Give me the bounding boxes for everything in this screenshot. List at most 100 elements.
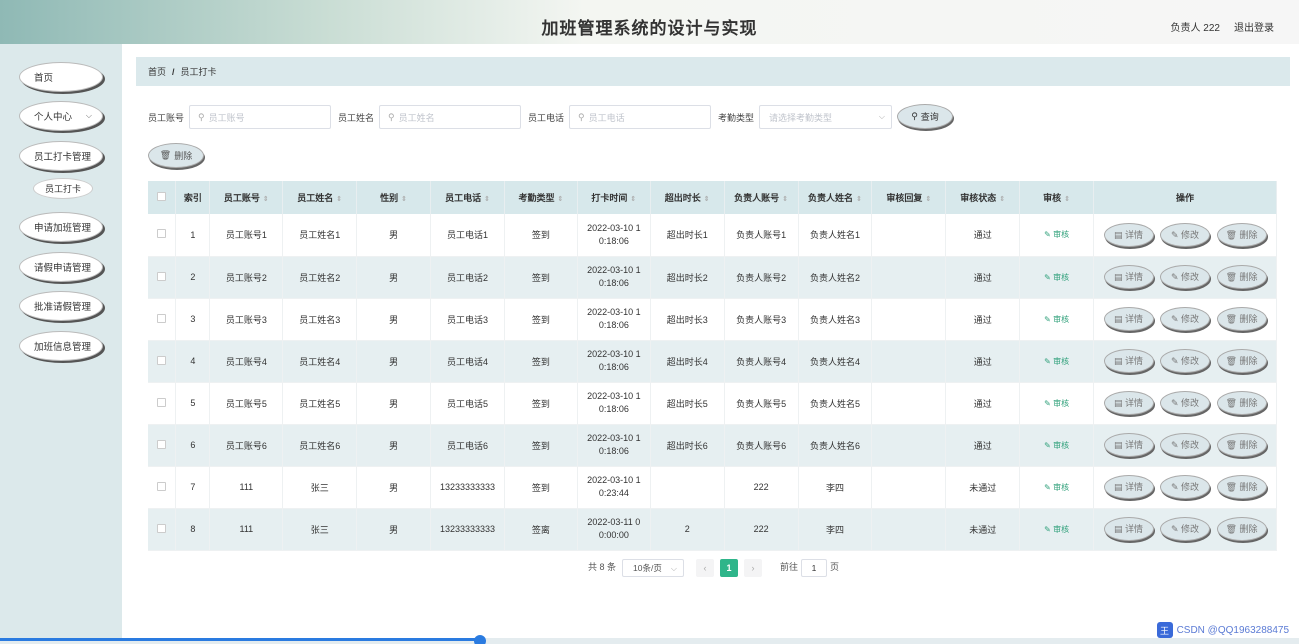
edit-button[interactable]: ✎ 修改 [1160,222,1211,247]
edit-button[interactable]: ✎ 修改 [1160,349,1211,373]
sort-icon[interactable]: ⇕ [1064,196,1070,203]
delete-button[interactable]: 🗑 删除 [1216,222,1267,247]
row-select-cell[interactable] [148,508,177,551]
row-checkbox[interactable] [157,481,167,491]
breadcrumb-home[interactable]: 首页 [148,65,166,78]
delete-button[interactable]: 🗑 删除 [1216,391,1267,415]
row-select-cell[interactable] [148,214,177,257]
name-search-input[interactable]: ⚲ 员工姓名 [379,105,521,129]
column-header[interactable]: 员工电话 ⇕ [430,181,505,214]
delete-button[interactable]: 🗑 删除 [1216,517,1267,541]
row-checkbox[interactable] [157,313,167,323]
next-page-button[interactable]: › [744,559,762,577]
detail-button[interactable]: ▤ 详情 [1103,265,1154,289]
column-header[interactable]: 负责人账号 ⇕ [724,181,799,214]
audit-link[interactable]: ✎ 审核 [1044,525,1069,534]
row-select-cell[interactable] [148,256,177,299]
sort-icon[interactable]: ⇕ [782,196,788,203]
edit-button[interactable]: ✎ 修改 [1160,475,1211,499]
sort-icon[interactable]: ⇕ [704,196,710,203]
sidebar-item-leave-apply[interactable]: 请假申请管理 [19,252,103,282]
edit-button[interactable]: ✎ 修改 [1160,307,1211,331]
delete-button[interactable]: 🗑 删除 [1216,433,1267,457]
prev-page-button[interactable]: ‹ [696,559,714,577]
column-header[interactable]: 超出时长 ⇕ [650,181,725,214]
audit-link[interactable]: ✎ 审核 [1044,441,1069,450]
sidebar-subitem-clock-in[interactable]: 员工打卡 [33,178,93,199]
sidebar-item-profile[interactable]: 个人中心 ⌵ [19,101,103,131]
sidebar-item-leave-approve[interactable]: 批准请假管理 [19,291,103,321]
column-header[interactable]: 性别 ⇕ [356,181,432,214]
progress-handle[interactable] [474,635,486,644]
detail-button[interactable]: ▤ 详情 [1103,349,1154,373]
row-checkbox[interactable] [157,397,167,407]
audit-link[interactable]: ✎ 审核 [1044,315,1069,324]
goto-page-input[interactable]: 1 [801,559,827,577]
audit-link[interactable]: ✎ 审核 [1044,483,1069,492]
page-number-button[interactable]: 1 [720,559,738,577]
delete-button[interactable]: 🗑 删除 [1216,475,1267,499]
column-header[interactable]: 打卡时间 ⇕ [577,181,651,214]
row-select-cell[interactable] [148,382,177,425]
detail-button[interactable]: ▤ 详情 [1103,222,1154,247]
detail-button[interactable]: ▤ 详情 [1103,433,1154,457]
row-checkbox[interactable] [157,355,167,365]
batch-delete-button[interactable]: 🗑 删除 [148,143,204,168]
sort-icon[interactable]: ⇕ [856,196,862,203]
sort-icon[interactable]: ⇕ [925,196,931,203]
page-size-select[interactable]: 10条/页 ⌵ [622,559,684,577]
sort-icon[interactable]: ⇕ [484,196,490,203]
row-checkbox[interactable] [157,439,167,449]
edit-button[interactable]: ✎ 修改 [1160,517,1211,541]
row-checkbox[interactable] [157,229,167,239]
sidebar-item-overtime-apply[interactable]: 申请加班管理 [19,212,103,242]
phone-search-input[interactable]: ⚲ 员工电话 [569,105,711,129]
delete-button[interactable]: 🗑 删除 [1216,349,1267,373]
sidebar-item-home[interactable]: 首页 [19,62,103,92]
row-select-cell[interactable] [148,298,177,341]
select-all-cell[interactable] [148,181,177,214]
column-header[interactable]: 审核 ⇕ [1019,181,1095,214]
column-header[interactable]: 考勤类型 ⇕ [504,181,578,214]
sort-icon[interactable]: ⇕ [999,196,1005,203]
edit-button[interactable]: ✎ 修改 [1160,391,1211,415]
column-header[interactable]: 员工账号 ⇕ [209,181,284,214]
row-checkbox[interactable] [157,523,167,533]
attendance-type-select[interactable]: 请选择考勤类型 ⌵ [759,105,892,129]
cell-clock-time: 2022-03-10 1 0:18:06 [577,340,651,383]
column-header[interactable]: 审核状态 ⇕ [945,181,1021,214]
progress-bar[interactable] [0,635,1299,644]
audit-link[interactable]: ✎ 审核 [1044,273,1069,282]
detail-button[interactable]: ▤ 详情 [1103,475,1154,499]
cell-name: 员工姓名4 [282,340,358,383]
sort-icon[interactable]: ⇕ [263,196,269,203]
detail-button[interactable]: ▤ 详情 [1103,391,1154,415]
select-all-checkbox[interactable] [157,192,167,201]
audit-link[interactable]: ✎ 审核 [1044,399,1069,408]
detail-button[interactable]: ▤ 详情 [1103,517,1154,541]
account-search-input[interactable]: ⚲ 员工账号 [189,105,331,129]
delete-button[interactable]: 🗑 删除 [1216,307,1267,331]
sidebar-item-clock-management[interactable]: 员工打卡管理 [19,141,103,171]
sort-icon[interactable]: ⇕ [630,196,636,203]
logout-link[interactable]: 退出登录 [1234,19,1274,34]
sort-icon[interactable]: ⇕ [336,196,342,203]
audit-link[interactable]: ✎ 审核 [1044,230,1069,239]
edit-button[interactable]: ✎ 修改 [1160,265,1211,289]
row-select-cell[interactable] [148,340,177,383]
column-header[interactable]: 审核回复 ⇕ [871,181,947,214]
column-header[interactable]: 员工姓名 ⇕ [282,181,358,214]
cell-attendance-type: 签到 [504,424,578,467]
detail-button[interactable]: ▤ 详情 [1103,307,1154,331]
sort-icon[interactable]: ⇕ [558,196,564,203]
row-checkbox[interactable] [157,271,167,281]
sort-icon[interactable]: ⇕ [401,196,407,203]
audit-link[interactable]: ✎ 审核 [1044,357,1069,366]
edit-button[interactable]: ✎ 修改 [1160,433,1211,457]
query-button[interactable]: ⚲ 查询 [897,104,953,129]
row-select-cell[interactable] [148,424,177,467]
delete-button[interactable]: 🗑 删除 [1216,265,1267,289]
column-header[interactable]: 负责人姓名 ⇕ [798,181,873,214]
sidebar-item-overtime-info[interactable]: 加班信息管理 [19,331,103,361]
row-select-cell[interactable] [148,466,177,509]
